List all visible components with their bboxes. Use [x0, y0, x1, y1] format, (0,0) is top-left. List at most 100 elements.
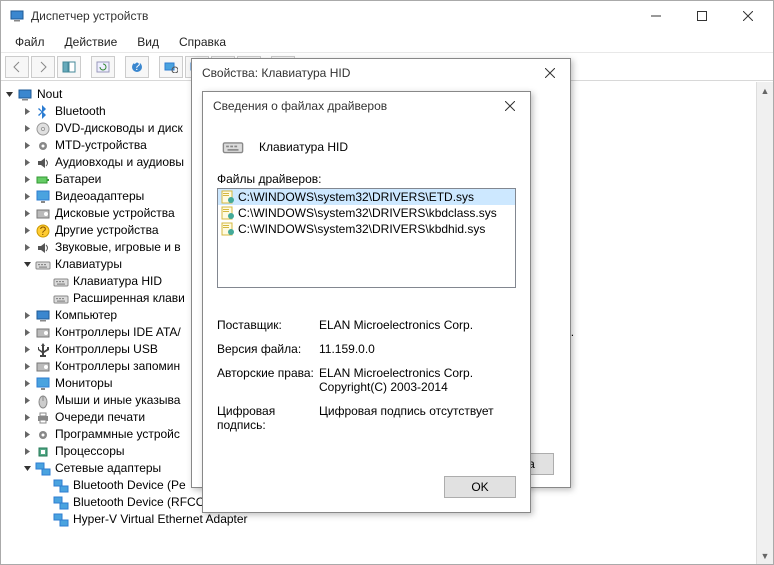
tree-item-label: Другие устройства — [55, 222, 159, 239]
keyboard-icon — [217, 136, 249, 158]
vertical-scrollbar[interactable]: ▲ ▼ — [756, 82, 773, 564]
file-icon — [220, 221, 236, 237]
maximize-button[interactable] — [679, 1, 725, 31]
ide-icon — [35, 325, 51, 341]
net-icon — [53, 495, 69, 511]
expand-icon[interactable] — [21, 361, 33, 373]
driver-files-dialog: Сведения о файлах драйверов Клавиатура H… — [202, 91, 531, 513]
expand-icon[interactable] — [21, 327, 33, 339]
expand-icon[interactable] — [21, 242, 33, 254]
driver-file-list[interactable]: C:\WINDOWS\system32\DRIVERS\ETD.sysC:\WI… — [217, 188, 516, 288]
copyright-label: Авторские права: — [217, 366, 315, 394]
tree-item-label: Процессоры — [55, 443, 125, 460]
expand-icon[interactable] — [21, 174, 33, 186]
tbtn-refresh[interactable] — [91, 56, 115, 78]
dialog-titlebar: Свойства: Клавиатура HID — [192, 59, 570, 87]
files-label: Файлы драйверов: — [217, 172, 516, 186]
tree-item-label: Контроллеры IDE ATA/ — [55, 324, 181, 341]
net-icon — [53, 478, 69, 494]
video-icon — [35, 189, 51, 205]
tbtn-back[interactable] — [5, 56, 29, 78]
menu-file[interactable]: Файл — [5, 33, 55, 51]
no-expand — [39, 514, 51, 526]
net-icon — [35, 461, 51, 477]
expand-icon[interactable] — [21, 429, 33, 441]
expand-icon[interactable] — [21, 344, 33, 356]
expand-icon[interactable] — [21, 208, 33, 220]
version-value: 11.159.0.0 — [319, 342, 516, 356]
tree-item-label: Nout — [37, 86, 62, 103]
driver-file-item[interactable]: C:\WINDOWS\system32\DRIVERS\ETD.sys — [218, 189, 515, 205]
ok-label: OK — [471, 480, 488, 494]
expand-icon[interactable] — [21, 123, 33, 135]
collapse-icon[interactable] — [3, 89, 15, 101]
expand-icon[interactable] — [21, 140, 33, 152]
tbtn-help[interactable]: ? — [125, 56, 149, 78]
tbtn-forward[interactable] — [31, 56, 55, 78]
app-icon — [9, 8, 25, 24]
version-label: Версия файла: — [217, 342, 315, 356]
menu-help[interactable]: Справка — [169, 33, 236, 51]
driver-file-item[interactable]: C:\WINDOWS\system32\DRIVERS\kbdhid.sys — [218, 221, 515, 237]
menu-action[interactable]: Действие — [55, 33, 128, 51]
other-icon — [35, 223, 51, 239]
close-button[interactable] — [725, 1, 771, 31]
tree-item-label: Программные устройс — [55, 426, 180, 443]
tree-item-label: Звуковые, игровые и в — [55, 239, 181, 256]
disk-icon — [35, 206, 51, 222]
expand-icon[interactable] — [21, 225, 33, 237]
storage-icon — [35, 359, 51, 375]
usb-icon — [35, 342, 51, 358]
separator — [83, 56, 89, 78]
expand-icon[interactable] — [21, 191, 33, 203]
dialog-title: Сведения о файлах драйверов — [213, 99, 387, 113]
tbtn-show-hide[interactable] — [57, 56, 81, 78]
tree-item-label: Клавиатуры — [55, 256, 122, 273]
tree-item-label: DVD-дисководы и диск — [55, 120, 183, 137]
scroll-up-icon[interactable]: ▲ — [757, 82, 773, 99]
file-path: C:\WINDOWS\system32\DRIVERS\kbdclass.sys — [238, 206, 497, 220]
file-path: C:\WINDOWS\system32\DRIVERS\kbdhid.sys — [238, 222, 485, 236]
no-expand — [39, 480, 51, 492]
pc-icon — [35, 308, 51, 324]
dialog-close-button[interactable] — [536, 62, 564, 84]
dialog-titlebar: Сведения о файлах драйверов — [203, 92, 530, 120]
scroll-down-icon[interactable]: ▼ — [757, 547, 773, 564]
collapse-icon[interactable] — [21, 259, 33, 271]
expand-icon[interactable] — [21, 395, 33, 407]
menu-view[interactable]: Вид — [127, 33, 169, 51]
ok-button[interactable]: OK — [444, 476, 516, 498]
separator — [117, 56, 123, 78]
minimize-button[interactable] — [633, 1, 679, 31]
expand-icon[interactable] — [21, 378, 33, 390]
dialog-close-button[interactable] — [496, 95, 524, 117]
tree-item-label: Мониторы — [55, 375, 112, 392]
expand-icon[interactable] — [21, 412, 33, 424]
kbd-icon — [53, 291, 69, 307]
expand-icon[interactable] — [21, 106, 33, 118]
expand-icon[interactable] — [21, 157, 33, 169]
tree-item-label: Bluetooth — [55, 103, 106, 120]
tree-item-label: Контроллеры запомин — [55, 358, 180, 375]
expand-icon[interactable] — [21, 310, 33, 322]
kbd-icon — [53, 274, 69, 290]
tree-item-label: MTD-устройства — [55, 137, 147, 154]
dvd-icon — [35, 121, 51, 137]
tree-item-child[interactable]: Hyper-V Virtual Ethernet Adapter — [3, 511, 771, 528]
titlebar: Диспетчер устройств — [1, 1, 773, 31]
net-icon — [53, 512, 69, 528]
tree-item-label: Очереди печати — [55, 409, 145, 426]
tree-item-label: Мыши и иные указыва — [55, 392, 180, 409]
pc-icon — [17, 87, 33, 103]
signature-label: Цифровая подпись: — [217, 404, 315, 432]
collapse-icon[interactable] — [21, 463, 33, 475]
bt-icon — [35, 104, 51, 120]
tree-item-label: Сетевые адаптеры — [55, 460, 161, 477]
tree-item-label: Аудиовходы и аудиовы — [55, 154, 184, 171]
driver-file-item[interactable]: C:\WINDOWS\system32\DRIVERS\kbdclass.sys — [218, 205, 515, 221]
expand-icon[interactable] — [21, 446, 33, 458]
batt-icon — [35, 172, 51, 188]
tbtn-scan[interactable] — [159, 56, 183, 78]
device-name: Клавиатура HID — [259, 140, 348, 154]
no-expand — [39, 293, 51, 305]
